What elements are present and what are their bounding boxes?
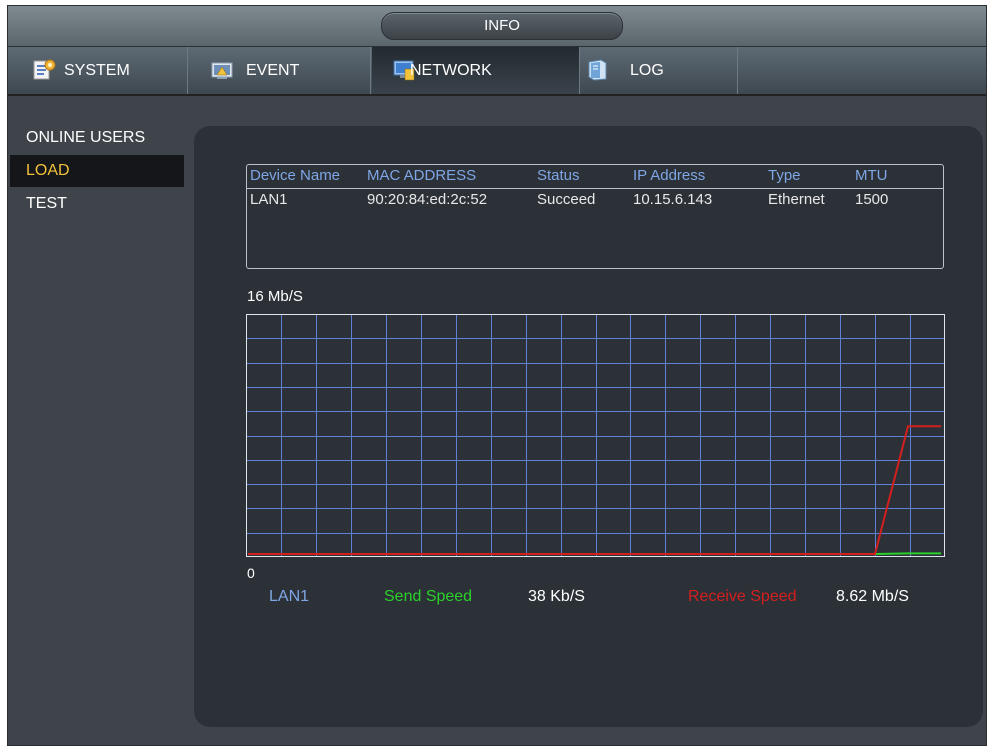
tab-log-label: LOG	[630, 62, 664, 79]
tab-network[interactable]: NETWORK	[372, 47, 580, 94]
col-type: Type	[768, 167, 801, 184]
cell-status: Succeed	[537, 191, 596, 208]
sidebar-item-test[interactable]: TEST	[10, 188, 184, 220]
graph-grid	[246, 314, 945, 557]
sidebar: ONLINE USERS LOAD TEST	[8, 96, 188, 736]
load-panel: Device Name MAC ADDRESS Status IP Addres…	[194, 126, 983, 727]
tab-log[interactable]: LOG	[580, 47, 738, 94]
window-title: INFO	[381, 12, 623, 40]
table-header: Device Name MAC ADDRESS Status IP Addres…	[247, 165, 943, 189]
main-tab-bar: SYSTEM EVENT NETWORK LOG	[8, 47, 986, 96]
system-icon	[33, 59, 56, 80]
sidebar-item-load[interactable]: LOAD	[10, 155, 184, 187]
legend-receive-speed: Receive Speed	[688, 588, 797, 605]
title-bar: INFO	[8, 6, 986, 47]
cell-type: Ethernet	[768, 191, 825, 208]
tab-network-label: NETWORK	[410, 62, 492, 79]
cell-ip-address: 10.15.6.143	[633, 191, 713, 208]
graph-scale-max: 16 Mb/S	[247, 288, 303, 305]
info-window: INFO SYSTEM EVENT NETWORK LOG ONLINE USE…	[7, 5, 987, 746]
tab-system[interactable]: SYSTEM	[8, 47, 188, 94]
log-icon	[588, 59, 607, 81]
tab-event[interactable]: EVENT	[188, 47, 371, 94]
col-device-name: Device Name	[250, 167, 341, 184]
legend-send-speed: Send Speed	[384, 588, 473, 605]
cell-mac-address: 90:20:84:ed:2c:52	[367, 191, 488, 208]
col-ip-address: IP Address	[633, 167, 706, 184]
receive-speed-value: 8.62 Mb/S	[836, 588, 909, 605]
col-mtu: MTU	[855, 167, 888, 184]
device-table: Device Name MAC ADDRESS Status IP Addres…	[246, 164, 944, 269]
legend-lan: LAN1	[269, 588, 310, 605]
graph-scale-min: 0	[247, 565, 255, 581]
load-graph	[246, 314, 945, 557]
tab-system-label: SYSTEM	[64, 62, 130, 79]
send-speed-value: 38 Kb/S	[528, 588, 585, 605]
sidebar-item-online-users[interactable]: ONLINE USERS	[10, 122, 184, 154]
tab-event-label: EVENT	[246, 62, 300, 79]
cell-mtu: 1500	[855, 191, 889, 208]
cell-device-name: LAN1	[250, 191, 288, 208]
col-status: Status	[537, 167, 580, 184]
col-mac-address: MAC ADDRESS	[367, 167, 477, 184]
event-icon	[211, 62, 233, 79]
